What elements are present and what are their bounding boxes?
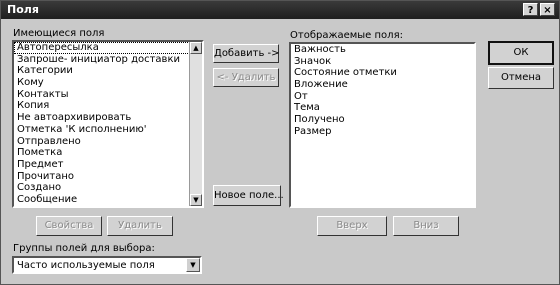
- list-item[interactable]: Кому: [14, 77, 202, 89]
- list-item[interactable]: Вложение: [291, 79, 474, 91]
- shown-fields-label: Отображаемые поля:: [290, 30, 403, 41]
- list-item[interactable]: Запроше- инициатор доставки: [14, 54, 202, 66]
- list-item[interactable]: Важность: [291, 44, 474, 56]
- list-item[interactable]: Пометка: [14, 147, 202, 159]
- shown-fields-list[interactable]: Важность Значок Состояние отметки Вложение О…: [289, 42, 476, 208]
- field-groups-label: Группы полей для выбора:: [13, 243, 155, 254]
- remove-button[interactable]: <- Удалить: [213, 68, 279, 87]
- chevron-down-icon[interactable]: ▼: [186, 258, 200, 272]
- available-fields-label: Имеющиеся поля: [13, 28, 105, 39]
- close-button[interactable]: ×: [540, 3, 555, 16]
- new-field-button[interactable]: Новое поле...: [213, 185, 284, 206]
- list-item[interactable]: Сообщение: [14, 194, 202, 206]
- list-item[interactable]: Отметка 'К исполнению': [14, 124, 202, 136]
- fields-dialog: Поля ? × Имеющиеся поля Автопересылка Зап…: [0, 0, 560, 285]
- title-bar[interactable]: Поля ? ×: [1, 1, 559, 19]
- list-item[interactable]: Прочитано: [14, 171, 202, 183]
- list-item[interactable]: Размер: [291, 126, 474, 138]
- list-item[interactable]: Копия: [14, 100, 202, 112]
- list-item[interactable]: Состояние отметки: [291, 67, 474, 79]
- help-button[interactable]: ?: [523, 3, 538, 16]
- available-fields-list[interactable]: Автопересылка Запроше- инициатор доставки…: [12, 40, 204, 208]
- list-item[interactable]: Предмет: [14, 159, 202, 171]
- delete-button[interactable]: Удалить: [107, 216, 173, 236]
- move-up-button[interactable]: Вверх: [317, 216, 387, 236]
- list-item[interactable]: Категории: [14, 65, 202, 77]
- list-item[interactable]: Тема: [291, 102, 474, 114]
- available-scrollbar[interactable]: ▲ ▼: [189, 42, 202, 206]
- list-item[interactable]: От: [291, 91, 474, 103]
- properties-button[interactable]: Свойства: [36, 216, 102, 236]
- ok-button[interactable]: ОК: [488, 41, 554, 65]
- field-groups-dropdown[interactable]: Часто используемые поля ▼: [12, 256, 202, 274]
- move-down-button[interactable]: Вниз: [393, 216, 459, 236]
- cancel-button[interactable]: Отмена: [488, 67, 554, 89]
- list-item[interactable]: Не автоархивировать: [14, 112, 202, 124]
- list-item[interactable]: Отправлено: [14, 136, 202, 148]
- list-item[interactable]: Автопересылка: [14, 42, 202, 54]
- scroll-up-icon[interactable]: ▲: [190, 42, 202, 54]
- window-title: Поля: [7, 3, 39, 16]
- list-item[interactable]: Получено: [291, 114, 474, 126]
- field-groups-value: Часто используемые поля: [17, 260, 155, 271]
- list-item[interactable]: Контакты: [14, 89, 202, 101]
- list-item[interactable]: Значок: [291, 56, 474, 68]
- add-button[interactable]: Добавить ->: [213, 44, 280, 63]
- scroll-down-icon[interactable]: ▼: [190, 194, 202, 206]
- list-item[interactable]: Создано: [14, 182, 202, 194]
